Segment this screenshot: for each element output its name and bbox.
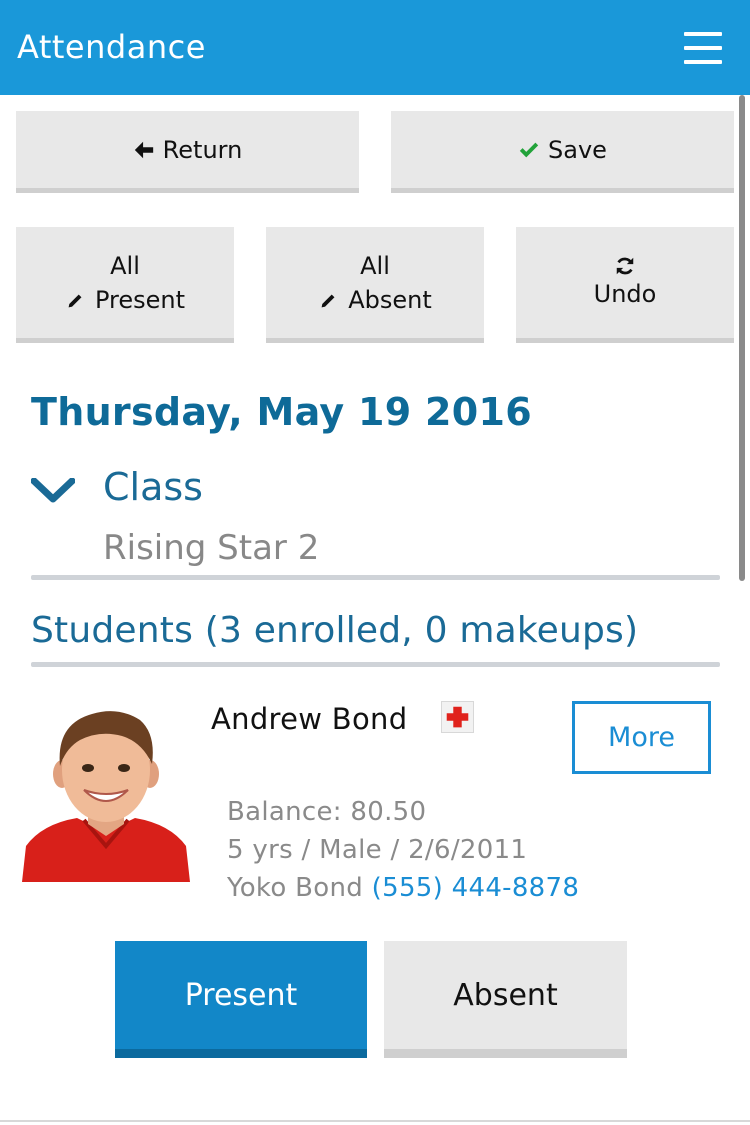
students-heading: Students (3 enrolled, 0 makeups) [31,610,639,651]
save-label: Save [548,135,607,164]
arrow-left-icon [134,141,153,158]
save-button[interactable]: Save [391,111,734,193]
return-button[interactable]: Return [16,111,359,193]
red-cross-icon[interactable] [441,701,474,733]
parent-contact: Yoko Bond (555) 444-8878 [227,873,579,903]
undo-label: Undo [593,279,657,308]
class-name: Rising Star 2 [103,528,320,568]
all-absent-line1: All [360,251,390,280]
undo-button[interactable]: Undo [516,227,734,343]
absent-button[interactable]: Absent [384,941,627,1058]
all-present-button[interactable]: All Present [16,227,234,343]
students-divider [31,662,720,667]
app-header: Attendance [0,0,750,95]
scrollbar[interactable] [739,95,745,581]
present-button[interactable]: Present [115,941,367,1058]
parent-name: Yoko Bond [227,873,364,903]
session-date-heading: Thursday, May 19 2016 [31,390,533,434]
all-present-line2: Present [94,285,186,314]
student-photo [22,706,190,882]
parent-phone-link[interactable]: (555) 444-8878 [372,873,580,903]
class-section-label[interactable]: Class [103,465,203,509]
hamburger-menu-icon[interactable] [684,32,722,66]
more-button[interactable]: More [572,701,711,774]
student-details: 5 yrs / Male / 2/6/2011 [227,835,528,865]
all-absent-line2: Absent [348,285,432,314]
checkmark-icon [519,142,539,157]
return-label: Return [162,135,243,164]
pencil-icon [320,291,338,309]
student-balance: Balance: 80.50 [227,797,427,827]
all-present-line1: All [110,251,140,280]
bottom-divider [0,1120,750,1122]
app-title: Attendance [17,28,206,66]
student-name: Andrew Bond [211,702,408,736]
refresh-icon [616,257,634,274]
all-absent-button[interactable]: All Absent [266,227,484,343]
class-divider [31,575,720,580]
chevron-down-icon[interactable] [31,478,75,504]
pencil-icon [66,291,85,309]
